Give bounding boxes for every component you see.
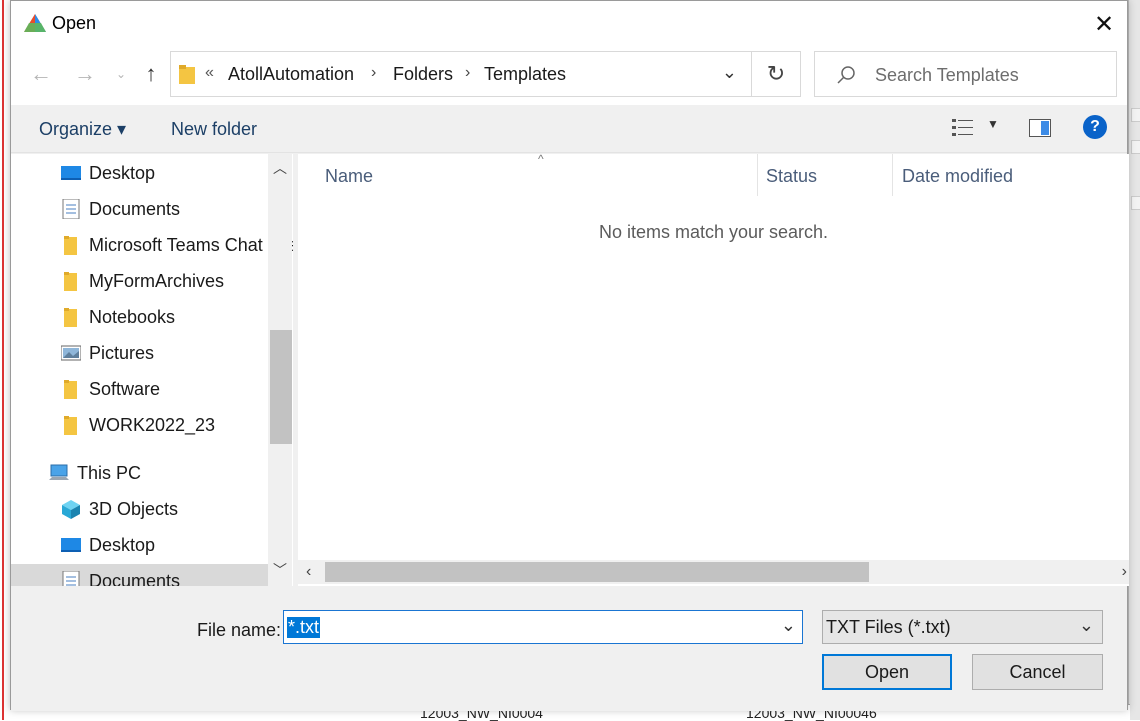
folder-icon [64,308,77,327]
scroll-right-icon[interactable]: › [1122,563,1127,581]
open-button[interactable]: Open [822,654,952,690]
nav-item-label: MyFormArchives [89,271,225,291]
dialog-footer: File name: *.txt ⌄ TXT Files (*.txt) ⌄ O… [11,586,1127,711]
nav-item-software[interactable]: Software [11,372,268,406]
nav-item-label: WORK2022_23 [89,415,216,435]
folder-icon [64,380,77,399]
view-options-icon[interactable] [951,117,975,139]
nav-item-notebooks[interactable]: Notebooks [11,300,268,334]
nav-item-pictures[interactable]: Pictures [11,336,268,370]
search-box[interactable]: Search Templates [814,51,1117,97]
recent-locations-button[interactable]: ⌄ [107,59,135,89]
chevron-down-icon[interactable]: ⌄ [1079,615,1094,636]
chevron-down-icon: ⌄ [115,67,127,81]
column-header-name[interactable]: Name [298,154,757,196]
nav-item-label: Desktop [89,535,156,555]
empty-message: No items match your search. [598,222,829,242]
app-logo-icon [24,14,46,32]
nav-item-label: Desktop [89,163,156,183]
desktop-icon [61,166,81,180]
scroll-down-icon[interactable]: ﹀ [268,560,292,582]
address-overflow[interactable]: « [205,64,214,82]
arrow-up-icon: ↑ [145,61,157,86]
nav-item-label: 3D Objects [89,499,179,519]
breadcrumb-separator-icon[interactable]: › [371,64,376,82]
nav-item-myformarchives[interactable]: MyFormArchives [11,264,268,298]
address-bar[interactable]: « AtollAutomation › Folders › Templates … [170,51,800,97]
navigation-pane: Desktop Documents Microsoft Teams Chat F… [11,154,293,586]
scroll-up-icon[interactable]: ︿ [268,158,292,180]
documents-icon [62,571,80,586]
address-dropdown-icon[interactable]: ⌄ [722,62,737,83]
open-file-dialog: Open ✕ ← → ⌄ ↑ « AtollAutomation › Folde… [10,0,1129,711]
refresh-button[interactable]: ↻ [751,51,801,97]
search-icon [837,66,855,84]
column-header-date-modified[interactable]: Date modified [893,154,1129,196]
nav-item-desktop[interactable]: Desktop [11,156,268,190]
window-title: Open [52,13,97,33]
nav-item-label: Software [89,379,161,399]
desktop-icon [61,538,81,552]
scroll-left-icon[interactable]: ‹ [306,563,311,581]
background-window-right [1128,0,1140,720]
search-placeholder: Search Templates [875,65,1019,85]
file-name-label: File name: [197,620,282,640]
folder-icon [179,65,195,84]
folder-icon [64,416,77,435]
organize-menu[interactable]: Organize ▾ [39,119,126,140]
breadcrumb-item[interactable]: Folders [393,64,453,85]
3d-objects-icon [62,500,80,519]
up-button[interactable]: ↑ [137,59,165,89]
nav-item-documents[interactable]: Documents [11,192,268,226]
scrollbar-thumb[interactable] [325,562,869,582]
breadcrumb-item[interactable]: AtollAutomation [228,64,354,85]
nav-item-label: Pictures [89,343,155,363]
file-type-select[interactable]: TXT Files (*.txt) ⌄ [822,610,1103,644]
arrow-left-icon: ← [30,61,52,86]
forward-button[interactable]: → [71,59,99,89]
arrow-right-icon: → [74,61,96,86]
column-header-status[interactable]: Status [758,154,892,196]
background-window-edge [0,0,4,720]
refresh-icon: ↻ [766,61,786,86]
documents-icon [62,199,80,219]
nav-item-label: Microsoft Teams Chat Files [89,235,293,255]
file-list: ^ Name Status Date modified No items mat… [298,152,1129,586]
nav-item-this-pc[interactable]: This PC [11,456,268,490]
nav-item-documents-pc[interactable]: Documents [11,564,268,586]
close-button[interactable]: ✕ [1081,1,1127,47]
command-bar: Organize ▾ New folder ▼ ? [11,105,1127,153]
navigation-bar: ← → ⌄ ↑ « AtollAutomation › Folders › Te… [11,47,1127,105]
close-icon: ✕ [1093,10,1115,38]
scrollbar-thumb[interactable] [270,330,292,444]
new-folder-button[interactable]: New folder [171,119,257,140]
nav-item-label: Notebooks [89,307,176,327]
help-icon[interactable]: ? [1083,115,1107,139]
breadcrumb-separator-icon[interactable]: › [465,64,470,82]
chevron-down-icon[interactable]: ⌄ [781,615,796,636]
folder-icon [64,236,77,255]
folder-icon [64,272,77,291]
file-name-value[interactable]: *.txt [287,617,321,638]
navigation-scrollbar[interactable]: ︿ ﹀ [268,154,292,586]
nav-item-teams-chat-files[interactable]: Microsoft Teams Chat Files [11,228,293,262]
nav-item-desktop-pc[interactable]: Desktop [11,528,268,562]
file-type-value: TXT Files (*.txt) [826,617,951,637]
nav-item-3d-objects[interactable]: 3D Objects [11,492,268,526]
nav-item-label: This PC [77,463,142,483]
preview-pane-icon[interactable] [1029,119,1051,137]
nav-item-label: Documents [89,571,181,586]
pictures-icon [61,345,81,361]
horizontal-scrollbar[interactable]: ‹ › [298,560,1129,584]
title-bar: Open ✕ [11,1,1127,47]
nav-item-work2022-23[interactable]: WORK2022_23 [11,408,268,442]
cancel-button[interactable]: Cancel [972,654,1103,690]
breadcrumb-item[interactable]: Templates [484,64,566,85]
pc-icon [49,464,69,480]
back-button[interactable]: ← [27,59,55,89]
view-dropdown-icon[interactable]: ▼ [987,117,999,131]
nav-item-label: Documents [89,199,181,219]
file-name-input[interactable]: *.txt ⌄ [283,610,803,644]
